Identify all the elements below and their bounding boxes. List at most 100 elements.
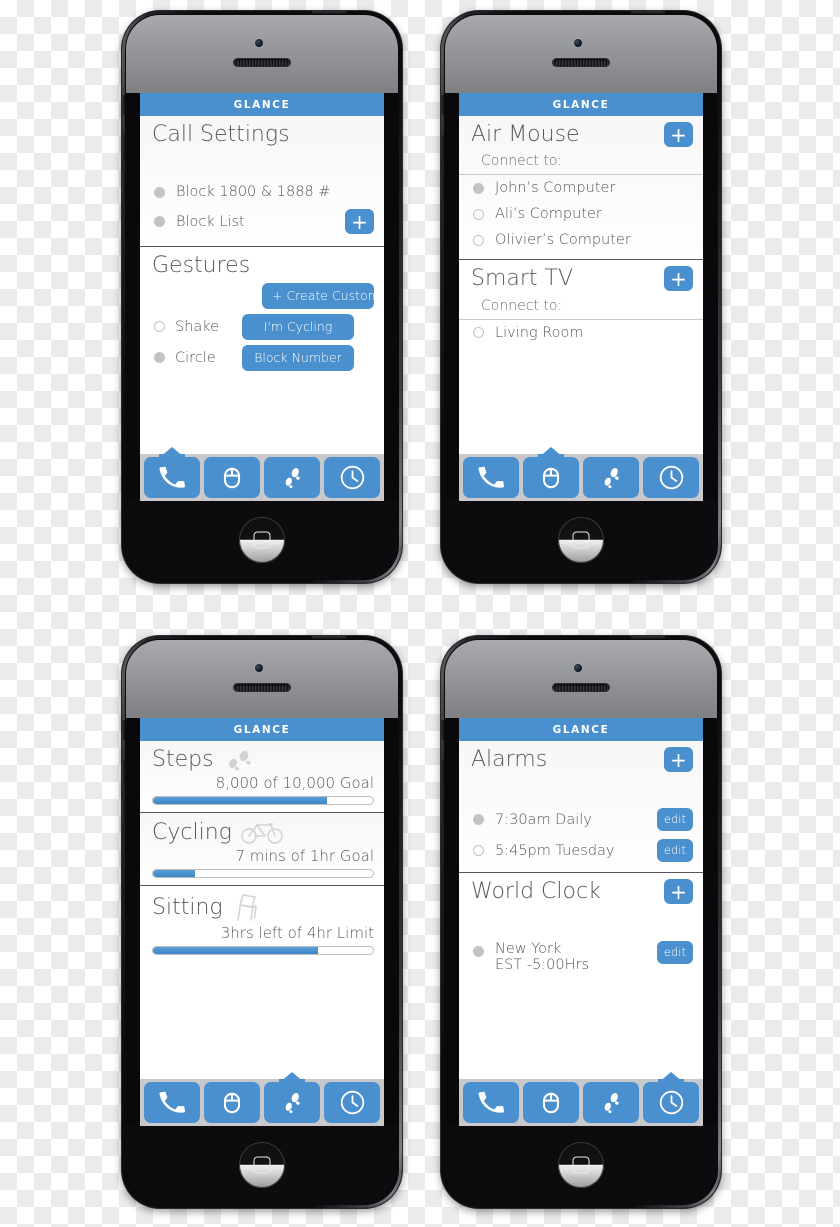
card-sitting: Sitting 3hrs left of 4hr Limit: [140, 886, 384, 956]
card-air-mouse: Air Mouse + Connect to: John’s Computer …: [459, 116, 703, 261]
list-item[interactable]: Living Room: [459, 320, 703, 346]
radio-icon[interactable]: [154, 352, 165, 364]
list-item-label: Block 1800 & 1888 #: [176, 184, 331, 201]
tab-steps[interactable]: [583, 1082, 639, 1123]
card-title-text: Cycling: [152, 819, 232, 845]
radio-icon[interactable]: [473, 182, 484, 194]
gesture-action-button[interactable]: I'm Cycling: [242, 313, 354, 340]
home-button[interactable]: [558, 517, 604, 563]
silent-switch[interactable]: [441, 720, 444, 740]
volume-up-button[interactable]: [122, 760, 125, 786]
tab-mouse[interactable]: [523, 1082, 579, 1123]
list-item[interactable]: Olivier’s Computer: [459, 227, 703, 253]
list-item[interactable]: 5:45pm Tuesday edit: [459, 835, 703, 866]
tab-clock[interactable]: [324, 1082, 380, 1123]
status-bar: GLANCE: [140, 718, 384, 741]
gesture-action-button[interactable]: Block Number: [242, 344, 354, 371]
front-camera-icon: [255, 664, 263, 672]
active-tab-notch: [658, 1072, 684, 1083]
radio-icon[interactable]: [473, 845, 484, 857]
list-item[interactable]: Block List +: [140, 205, 384, 238]
list-item[interactable]: New York EST -5:00Hrs edit: [459, 937, 703, 977]
tab-clock[interactable]: [324, 457, 380, 498]
earpiece-speaker-icon: [553, 684, 609, 691]
list-item[interactable]: Ali’s Computer: [459, 201, 703, 227]
power-button[interactable]: [631, 636, 665, 639]
add-smart-tv-button[interactable]: +: [664, 266, 693, 292]
screen-content: Call Settings Block 1800 & 1888 # Block …: [140, 116, 384, 454]
volume-down-button[interactable]: [122, 798, 125, 824]
card-header: Sitting: [140, 886, 384, 924]
radio-icon[interactable]: [473, 945, 484, 957]
radio-icon[interactable]: [473, 327, 484, 339]
home-button[interactable]: [239, 1142, 285, 1188]
screen-content: Alarms + 7:30am Daily edit 5:45pm Tuesda…: [459, 741, 703, 1079]
volume-up-button[interactable]: [441, 135, 444, 161]
power-button[interactable]: [312, 11, 346, 14]
add-alarm-button[interactable]: +: [664, 747, 693, 773]
tab-mouse[interactable]: [204, 457, 260, 498]
radio-icon[interactable]: [473, 814, 484, 826]
phone-icon: [159, 1090, 185, 1116]
power-button[interactable]: [312, 636, 346, 639]
device-frame: GLANCE Call Settings Block 1800 & 1888 #: [122, 11, 402, 583]
tab-clock[interactable]: [643, 1072, 699, 1123]
tab-phone[interactable]: [144, 447, 200, 498]
power-button[interactable]: [631, 11, 665, 14]
list-item[interactable]: 7:30am Daily edit: [459, 804, 703, 835]
gesture-label-wrap: Shake: [154, 319, 232, 335]
tab-phone[interactable]: [463, 1082, 519, 1123]
radio-icon[interactable]: [473, 208, 484, 220]
card-title: Alarms: [471, 747, 548, 772]
add-block-list-button[interactable]: +: [345, 209, 374, 235]
home-button[interactable]: [558, 1142, 604, 1188]
top-bezel: [445, 15, 717, 93]
add-world-clock-button[interactable]: +: [664, 879, 693, 905]
active-tab-notch: [159, 447, 185, 458]
silent-switch[interactable]: [441, 95, 444, 115]
card-header: Gestures: [140, 247, 384, 280]
card-header: Smart TV +: [459, 260, 703, 293]
mouse-icon: [538, 1090, 564, 1116]
clock-icon: [339, 1089, 366, 1116]
volume-down-button[interactable]: [441, 173, 444, 199]
radio-icon[interactable]: [154, 186, 165, 198]
create-custom-button[interactable]: + Create Custom: [262, 282, 380, 309]
volume-down-button[interactable]: [441, 798, 444, 824]
volume-down-button[interactable]: [122, 173, 125, 199]
tab-clock[interactable]: [643, 457, 699, 498]
edit-alarm-button[interactable]: edit: [656, 839, 693, 863]
card-title: Gestures: [152, 253, 251, 279]
screen-content: Steps 8,000 of 10,000 Goal Cycling 7 min…: [140, 741, 384, 1079]
status-bar: GLANCE: [140, 93, 384, 116]
radio-icon[interactable]: [473, 234, 484, 246]
tab-phone[interactable]: [144, 1082, 200, 1123]
phone-icon: [478, 1090, 504, 1116]
edit-world-clock-button[interactable]: edit: [656, 940, 693, 964]
radio-icon[interactable]: [154, 216, 165, 228]
silent-switch[interactable]: [122, 720, 125, 740]
silent-switch[interactable]: [122, 95, 125, 115]
add-air-mouse-button[interactable]: +: [664, 122, 693, 148]
edit-alarm-button[interactable]: edit: [656, 808, 693, 832]
tab-steps[interactable]: [583, 457, 639, 498]
card-header: Alarms +: [459, 741, 703, 774]
radio-icon[interactable]: [154, 321, 165, 333]
device-inner: GLANCE Air Mouse + Connect to: John’s Co…: [445, 15, 717, 579]
volume-up-button[interactable]: [441, 760, 444, 786]
list-item-label: 7:30am Daily: [495, 811, 592, 828]
tab-phone[interactable]: [463, 457, 519, 498]
tab-steps[interactable]: [264, 1072, 320, 1123]
volume-up-button[interactable]: [122, 135, 125, 161]
glass-reflection: [445, 640, 717, 718]
tab-mouse[interactable]: [523, 447, 579, 498]
card-title: Call Settings: [152, 122, 290, 147]
bottom-bezel: [445, 1126, 717, 1204]
home-button[interactable]: [239, 517, 285, 563]
screen: GLANCE Steps 8,000 of 10,000 Goal Cyclin…: [140, 718, 384, 1126]
list-item[interactable]: Block 1800 & 1888 #: [140, 179, 384, 205]
tab-steps[interactable]: [264, 457, 320, 498]
tab-mouse[interactable]: [204, 1082, 260, 1123]
list-item[interactable]: John’s Computer: [459, 175, 703, 201]
list-item-label: New York EST -5:00Hrs: [495, 941, 589, 973]
